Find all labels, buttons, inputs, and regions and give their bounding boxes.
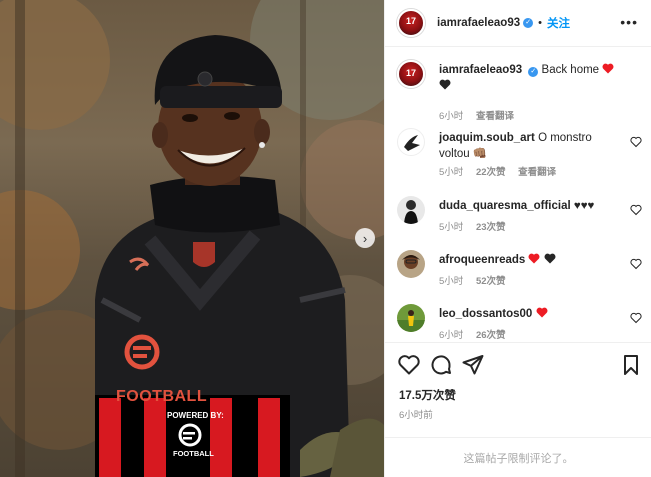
comment-likes[interactable]: 52次赞 — [476, 276, 506, 287]
see-translation-link[interactable]: 查看翻译 — [476, 111, 514, 122]
comment-time: 5小时 — [439, 276, 464, 287]
comment-likes[interactable]: 22次赞 — [476, 167, 506, 178]
like-heart-icon[interactable] — [397, 353, 421, 377]
follow-button[interactable]: 关注 — [547, 15, 570, 31]
comment-meta: 5小时 52次赞 — [439, 273, 516, 287]
comment-username[interactable]: duda_quaresma_official — [439, 200, 571, 212]
author-avatar[interactable]: 17 — [397, 9, 425, 37]
caption-meta: 6小时 查看翻译 — [439, 108, 524, 122]
comment-username[interactable]: afroqueenreads — [439, 254, 525, 266]
chevron-right-icon: › — [362, 230, 368, 246]
post-photo[interactable]: FOOTBALL POWERED BY: FOOTBALL › — [0, 0, 384, 477]
comment-body: ♥♥♥ — [573, 200, 595, 212]
more-options-icon[interactable]: ••• — [620, 15, 638, 29]
post-header: 17 iamrafaeleao93 ✓ • 关注 ••• — [385, 0, 651, 47]
comment-text: joaquim.soub_art O monstro voltou 👊🏽 — [439, 130, 619, 162]
caption-time: 6小时 — [439, 111, 464, 122]
see-translation-link[interactable]: 查看翻译 — [518, 167, 556, 178]
comment-time: 6小时 — [439, 330, 464, 341]
caption-username[interactable]: iamrafaeleao93 — [439, 64, 522, 76]
comment-likes[interactable]: 23次赞 — [476, 222, 506, 233]
commenter-avatar[interactable] — [397, 304, 425, 332]
comments-list[interactable]: 17 iamrafaeleao93 ✓ Back home 6小时 查看翻译 j… — [385, 48, 651, 342]
comment-meta: 5小时 22次赞 查看翻译 — [439, 164, 566, 178]
author-avatar-small[interactable]: 17 — [397, 60, 425, 88]
comments-restricted-notice: 这篇帖子限制评论了。 — [385, 437, 651, 477]
caption-body: Back home — [541, 64, 600, 76]
like-comment-heart-icon[interactable] — [630, 204, 642, 216]
save-bookmark-icon[interactable] — [619, 353, 643, 377]
comment-meta: 5小时 23次赞 — [439, 219, 516, 233]
powered-by-brand: FOOTBALL — [173, 449, 214, 458]
next-photo-button[interactable]: › — [355, 228, 375, 248]
commenter-avatar[interactable] — [397, 196, 425, 224]
caption-text: iamrafaeleao93 ✓ Back home — [439, 62, 619, 94]
post-detail-panel: 17 iamrafaeleao93 ✓ • 关注 ••• 17 iamrafae… — [384, 0, 651, 477]
verified-badge-icon: ✓ — [528, 67, 539, 77]
separator-dot: • — [538, 17, 542, 29]
post-date: 6小时前 — [399, 410, 433, 421]
black-heart-icon — [439, 79, 451, 92]
commenter-avatar[interactable] — [397, 128, 425, 156]
like-comment-heart-icon[interactable] — [630, 312, 642, 324]
comment-username[interactable]: joaquim.soub_art — [439, 132, 535, 144]
shirt-sponsor-text: FOOTBALL — [116, 388, 208, 405]
commenter-avatar[interactable] — [397, 250, 425, 278]
red-heart-icon — [602, 63, 614, 76]
comment-text: duda_quaresma_official ♥♥♥ — [439, 198, 619, 214]
red-heart-icon — [528, 253, 543, 266]
like-comment-heart-icon[interactable] — [630, 136, 642, 148]
like-comment-heart-icon[interactable] — [630, 258, 642, 270]
comment-likes[interactable]: 26次赞 — [476, 330, 506, 341]
comment-time: 5小时 — [439, 167, 464, 178]
red-heart-icon — [536, 307, 548, 320]
black-heart-icon — [544, 253, 556, 266]
author-username[interactable]: iamrafaeleao93 — [437, 17, 520, 29]
verified-badge-icon: ✓ — [523, 18, 534, 28]
post-actions: 17.5万次赞 6小时前 这篇帖子限制评论了。 — [385, 342, 651, 477]
likes-count[interactable]: 17.5万次赞 — [399, 387, 456, 403]
comment-username[interactable]: leo_dossantos00 — [439, 308, 532, 320]
comment-time: 5小时 — [439, 222, 464, 233]
comment-bubble-icon[interactable] — [429, 353, 453, 377]
share-paper-plane-icon[interactable] — [461, 353, 485, 377]
comment-meta: 6小时 26次赞 — [439, 327, 516, 341]
comment-text: leo_dossantos00 — [439, 306, 619, 322]
powered-by-label: POWERED BY: — [167, 411, 224, 420]
comment-text: afroqueenreads — [439, 252, 619, 268]
